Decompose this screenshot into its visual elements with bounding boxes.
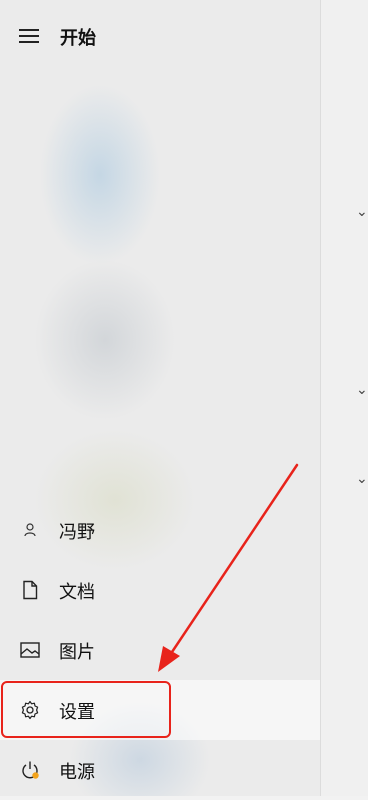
start-title: 开始	[60, 28, 96, 49]
sidebar-item-label: 文档	[59, 582, 95, 603]
sidebar-item-pictures[interactable]: 图片	[0, 620, 320, 680]
sidebar-item-documents[interactable]: 文档	[0, 560, 320, 620]
sidebar-item-label: 电源	[59, 762, 95, 783]
chevron-down-icon[interactable]: ⌄	[356, 472, 368, 486]
chevron-down-icon[interactable]: ⌄	[356, 205, 368, 219]
power-icon	[22, 761, 39, 779]
user-icon	[24, 523, 36, 537]
sidebar-item-label: 图片	[59, 642, 95, 663]
picture-icon	[20, 642, 40, 658]
document-icon	[23, 580, 38, 600]
chevron-down-icon[interactable]: ⌄	[356, 383, 368, 397]
sidebar-item-power[interactable]: 电源	[0, 740, 320, 800]
sidebar-item-label: 冯野	[59, 522, 95, 543]
sidebar-item-user[interactable]: 冯野	[0, 500, 320, 560]
hamburger-menu-icon[interactable]	[19, 29, 39, 43]
right-pane	[320, 0, 368, 796]
annotation-highlight-box	[1, 681, 171, 738]
